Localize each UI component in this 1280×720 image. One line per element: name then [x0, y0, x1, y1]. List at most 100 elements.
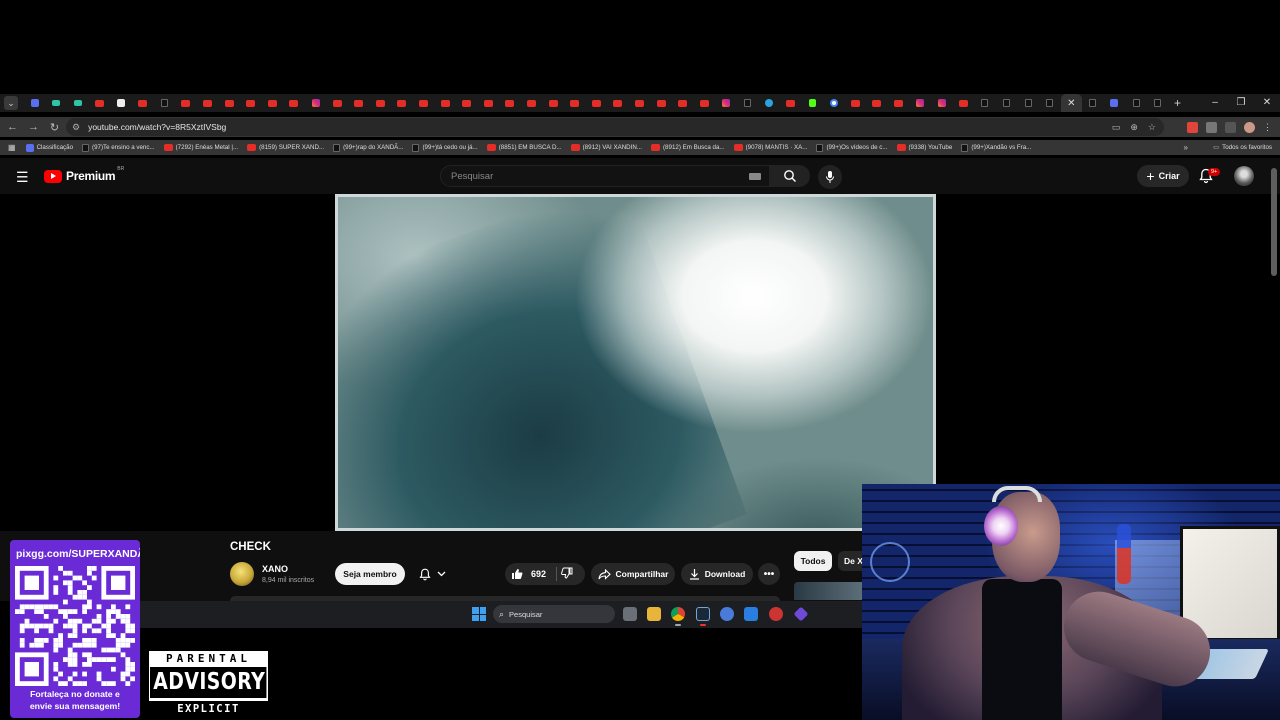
share-button[interactable]: Compartilhar: [591, 563, 675, 585]
create-button[interactable]: + Criar: [1137, 165, 1189, 187]
browser-tab[interactable]: [1039, 94, 1061, 112]
browser-menu-icon[interactable]: ⋮: [1263, 122, 1272, 133]
browser-tab[interactable]: [672, 94, 694, 112]
search-input[interactable]: Pesquisar: [440, 165, 770, 187]
browser-tab[interactable]: [650, 94, 672, 112]
bookmarks-overflow-icon[interactable]: »: [1184, 140, 1188, 155]
bookmark-star-icon[interactable]: ☆: [1148, 122, 1156, 133]
browser-tab[interactable]: [370, 94, 392, 112]
browser-tab[interactable]: [391, 94, 413, 112]
cast-icon[interactable]: ▭: [1112, 122, 1121, 133]
tab-search-icon[interactable]: ⌄: [4, 96, 18, 110]
task-view-icon[interactable]: [623, 607, 637, 621]
keyboard-icon[interactable]: [749, 173, 761, 180]
browser-tab[interactable]: [46, 94, 68, 112]
forward-icon[interactable]: →: [23, 121, 44, 133]
reload-icon[interactable]: ↻: [44, 121, 65, 134]
back-icon[interactable]: ←: [2, 121, 23, 133]
bookmark-item[interactable]: (8912) VAI XANDIN...: [570, 144, 642, 151]
channel-avatar[interactable]: [230, 562, 254, 586]
bookmark-item[interactable]: (99+)tá cedo ou já...: [412, 143, 478, 152]
browser-tab[interactable]: [413, 94, 435, 112]
bookmark-item[interactable]: (8912) Em Busca da...: [651, 144, 725, 151]
browser-tab[interactable]: [456, 94, 478, 112]
taskbar-search[interactable]: ⌕ Pesquisar: [493, 605, 615, 623]
steam-icon[interactable]: [696, 607, 710, 621]
thumbs-down-icon[interactable]: [561, 567, 573, 579]
subscription-bell-button[interactable]: [410, 563, 454, 585]
all-bookmarks[interactable]: ▭ Todos os favoritos: [1213, 140, 1272, 155]
browser-tab[interactable]: [218, 94, 240, 112]
minimize-icon[interactable]: –: [1202, 94, 1228, 112]
browser-tab[interactable]: [262, 94, 284, 112]
chip-all[interactable]: Todos: [794, 551, 832, 571]
reading-list-icon[interactable]: [1225, 121, 1236, 133]
chrome-icon[interactable]: [671, 607, 685, 621]
bookmark-item[interactable]: (97)Te ensino a venc...: [82, 143, 155, 152]
browser-tab[interactable]: [693, 94, 715, 112]
bookmark-item[interactable]: (9338) YouTube: [896, 144, 952, 151]
app-icon[interactable]: [769, 607, 783, 621]
browser-tab[interactable]: [89, 94, 111, 112]
search-button[interactable]: [770, 165, 810, 187]
browser-tab[interactable]: [305, 94, 327, 112]
browser-tab[interactable]: [888, 94, 910, 112]
browser-tab[interactable]: [758, 94, 780, 112]
bookmark-item[interactable]: (99+)rap do XANDÃ...: [333, 143, 403, 152]
close-window-icon[interactable]: ✕: [1254, 94, 1280, 112]
browser-tab[interactable]: [780, 94, 802, 112]
site-info-icon[interactable]: ⚙: [72, 122, 80, 133]
browser-tab[interactable]: [499, 94, 521, 112]
restore-icon[interactable]: ❐: [1228, 94, 1254, 112]
video-player[interactable]: [335, 194, 936, 531]
browser-tab[interactable]: [240, 94, 262, 112]
account-avatar[interactable]: [1234, 166, 1254, 186]
bookmark-item[interactable]: (99+)Os vídeos de c...: [816, 143, 888, 152]
apps-grid-icon[interactable]: ▦: [8, 143, 16, 152]
address-bar[interactable]: ⚙ youtube.com/watch?v=8R5XztIVSbg ▭ ⊕ ☆: [66, 118, 1164, 136]
join-button[interactable]: Seja membro: [335, 563, 405, 585]
browser-tab[interactable]: [931, 94, 953, 112]
browser-tab[interactable]: [521, 94, 543, 112]
new-tab-icon[interactable]: +: [1168, 96, 1186, 110]
page-scrollbar[interactable]: [1271, 168, 1277, 276]
browser-tab[interactable]: [996, 94, 1018, 112]
browser-tab[interactable]: [326, 94, 348, 112]
browser-tab[interactable]: [953, 94, 975, 112]
bookmark-item[interactable]: (8159) SUPER XAND...: [247, 144, 324, 151]
browser-tab[interactable]: [1125, 94, 1147, 112]
menu-hamburger-icon[interactable]: ☰: [16, 169, 29, 186]
browser-tab[interactable]: [585, 94, 607, 112]
browser-tab[interactable]: [629, 94, 651, 112]
related-video-thumbnail[interactable]: [794, 582, 862, 600]
browser-tab[interactable]: [477, 94, 499, 112]
bookmark-item[interactable]: (7292) Enéas Metal |...: [163, 144, 238, 151]
bookmark-item[interactable]: (9078) MANTIS · XA...: [733, 144, 807, 151]
browser-tab[interactable]: [24, 94, 46, 112]
browser-tab[interactable]: [845, 94, 867, 112]
browser-tab[interactable]: [1082, 94, 1104, 112]
bookmark-item[interactable]: (99+)Xandão vs Fra...: [961, 143, 1031, 152]
youtube-logo[interactable]: Premium BR: [44, 166, 124, 183]
extensions-puzzle-icon[interactable]: [1206, 121, 1217, 133]
browser-tab[interactable]: [197, 94, 219, 112]
browser-tab[interactable]: [1017, 94, 1039, 112]
browser-tab[interactable]: [154, 94, 176, 112]
windows-start-icon[interactable]: [472, 607, 486, 621]
file-explorer-icon[interactable]: [647, 607, 661, 621]
browser-tab[interactable]: [974, 94, 996, 112]
app-icon[interactable]: [744, 607, 758, 621]
browser-tab[interactable]: [607, 94, 629, 112]
browser-tab[interactable]: [110, 94, 132, 112]
zoom-icon[interactable]: ⊕: [1130, 122, 1138, 133]
browser-tab[interactable]: [175, 94, 197, 112]
browser-tab[interactable]: [564, 94, 586, 112]
browser-tab[interactable]: [737, 94, 759, 112]
settings-icon[interactable]: [720, 607, 734, 621]
browser-tab[interactable]: [909, 94, 931, 112]
browser-tab[interactable]: [542, 94, 564, 112]
voice-search-button[interactable]: [818, 165, 842, 189]
browser-tab[interactable]: [348, 94, 370, 112]
browser-tab[interactable]: [132, 94, 154, 112]
browser-tab[interactable]: [283, 94, 305, 112]
